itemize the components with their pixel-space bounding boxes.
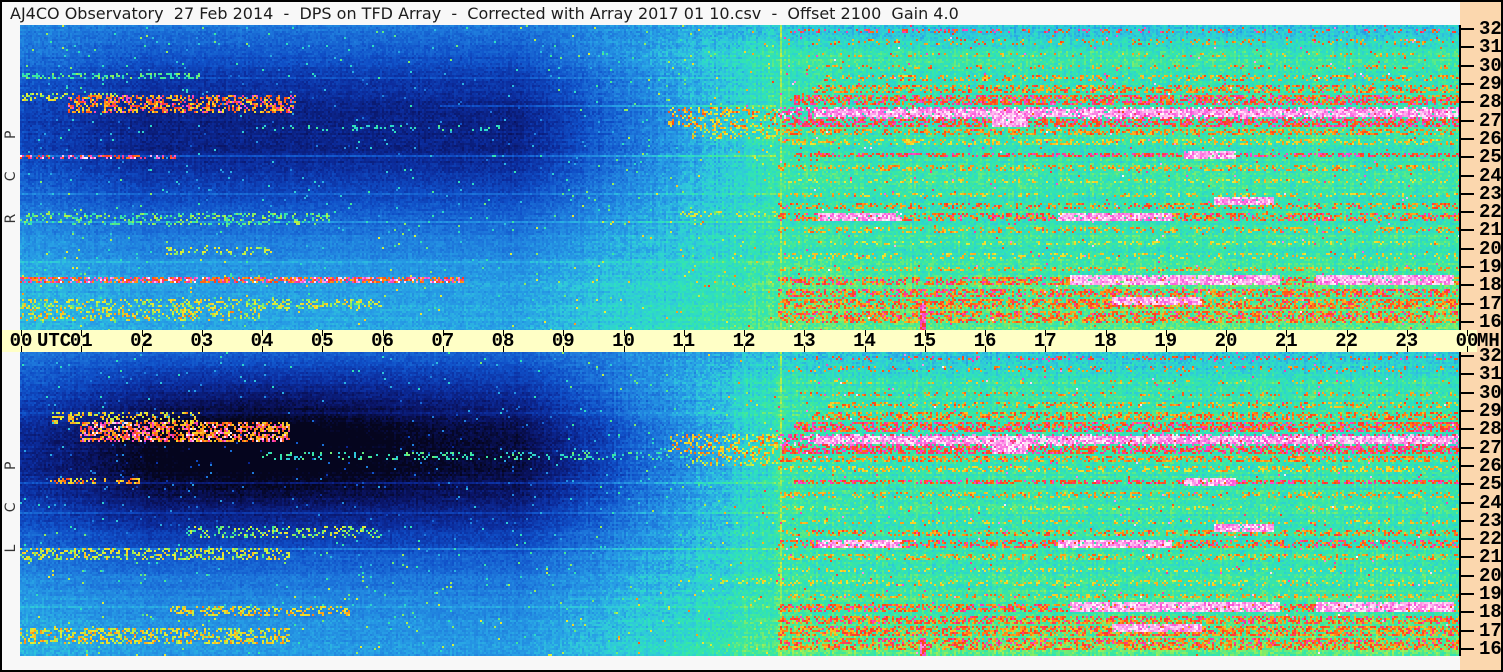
freq-tick (1459, 409, 1474, 412)
hour-label: 00 (9, 330, 33, 352)
hour-label: 18 (1094, 330, 1117, 352)
hour-label: 23 (1395, 330, 1419, 352)
spectrogram-lcp (20, 352, 1460, 656)
freq-tick (1459, 556, 1474, 559)
app-window: AJ4CO Observatory 27 Feb 2014 - DPS on T… (0, 0, 1503, 672)
freq-tick (1459, 302, 1474, 305)
freq-tick (1459, 119, 1474, 122)
freq-tick (1459, 46, 1474, 49)
lcp-panel-label: L C P (3, 447, 19, 553)
hour-label: 17 (1033, 330, 1057, 352)
freq-tick (1459, 483, 1474, 486)
freq-tick (1459, 538, 1474, 541)
hour-label: 15 (913, 330, 937, 352)
freq-tick (1459, 284, 1474, 287)
hour-label: 13 (792, 330, 816, 352)
freq-tick (1459, 593, 1474, 596)
hour-label: 08 (491, 330, 515, 352)
freq-tick (1459, 192, 1474, 195)
hour-label: 03 (190, 330, 214, 352)
freq-tick (1459, 446, 1474, 449)
freq-tick (1459, 266, 1474, 269)
rcp-panel-label: R C P (3, 116, 19, 224)
freq-tick (1459, 174, 1474, 177)
freq-tick (1459, 501, 1474, 504)
hour-label: 16 (973, 330, 997, 352)
freq-label: 16 (1479, 311, 1502, 333)
hour-label: 19 (1154, 330, 1178, 352)
freq-tick (1459, 247, 1474, 250)
freq-tick (1459, 137, 1474, 140)
hour-label: 21 (1274, 330, 1298, 352)
freq-tick (1459, 321, 1474, 323)
freq-tick (1459, 82, 1474, 85)
freq-tick (1459, 629, 1474, 632)
hour-label: 11 (672, 330, 696, 352)
hour-label: 22 (1335, 330, 1358, 352)
freq-tick (1459, 211, 1474, 214)
freq-tick (1459, 101, 1474, 104)
freq-tick (1459, 355, 1474, 357)
hour-label: 07 (431, 330, 455, 352)
title-text: AJ4CO Observatory 27 Feb 2014 - DPS on T… (10, 4, 959, 23)
freq-tick (1459, 611, 1474, 614)
hour-label: 10 (612, 330, 635, 352)
freq-tick (1459, 28, 1474, 30)
freq-tick (1459, 156, 1474, 159)
hour-label: 20 (1214, 330, 1238, 352)
freq-tick (1459, 428, 1474, 431)
hour-label: 01 (69, 330, 93, 352)
spectrogram-rcp (20, 25, 1460, 330)
freq-tick (1459, 229, 1474, 232)
hour-label: 02 (130, 330, 153, 352)
hour-label: 05 (310, 330, 334, 352)
hour-label: 06 (371, 330, 394, 352)
hour-label: 04 (250, 330, 274, 352)
hour-label: 14 (853, 330, 876, 352)
freq-tick (1459, 391, 1474, 394)
freq-tick (1459, 519, 1474, 522)
freq-tick (1459, 373, 1474, 376)
freq-tick (1459, 648, 1474, 650)
freq-tick (1459, 464, 1474, 467)
time-axis: UTC 00 01 02 03 04 05 06 07 08 09 10 11 12 13 14 15 16 17… (2, 330, 1478, 352)
title-bar: AJ4CO Observatory 27 Feb 2014 - DPS on T… (2, 2, 1460, 25)
freq-tick (1459, 574, 1474, 577)
bottom-margin (2, 656, 1460, 670)
freq-tick (1459, 64, 1474, 67)
hour-label: 09 (551, 330, 575, 352)
hour-label: 12 (732, 330, 756, 352)
freq-label: 16 (1479, 638, 1502, 660)
